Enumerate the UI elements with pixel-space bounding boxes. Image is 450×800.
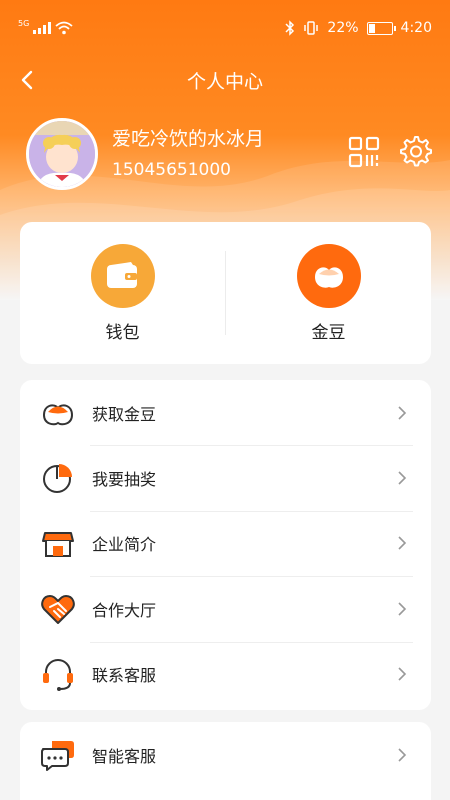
- qr-code-icon[interactable]: [348, 136, 380, 168]
- signal-icon: [33, 22, 52, 34]
- menu-card-secondary: 智能客服: [20, 722, 431, 800]
- avatar[interactable]: [26, 118, 98, 190]
- bean-icon: [42, 404, 74, 425]
- menu-label: 我要抽奖: [92, 470, 157, 490]
- menu-item-get-beans[interactable]: 获取金豆: [20, 380, 431, 445]
- wallet-entry[interactable]: 钱包: [20, 243, 225, 343]
- chevron-right-icon: [398, 748, 407, 762]
- menu-label: 获取金豆: [92, 404, 157, 424]
- user-phone: 15045651000: [112, 160, 231, 180]
- nav-bar: 个人中心: [0, 56, 450, 104]
- wifi-icon: [55, 21, 73, 35]
- back-icon[interactable]: [14, 66, 42, 94]
- chevron-right-icon: [398, 667, 407, 681]
- menu-item-lottery[interactable]: 我要抽奖: [20, 445, 431, 510]
- bluetooth-icon: [285, 20, 295, 36]
- chevron-right-icon: [398, 406, 407, 420]
- menu-item-smart-service[interactable]: 智能客服: [20, 722, 431, 787]
- battery-percent: 22%: [327, 20, 359, 36]
- chat-bubbles-icon: [41, 740, 74, 771]
- menu-item-contact-service[interactable]: 联系客服: [20, 641, 431, 707]
- menu-label: 企业简介: [92, 535, 157, 555]
- menu-item-cooperation-hall[interactable]: 合作大厅: [20, 576, 431, 641]
- bean-circle: [296, 243, 361, 308]
- gear-icon[interactable]: [398, 134, 432, 168]
- wallet-label: 钱包: [105, 322, 140, 343]
- bean-label: 金豆: [311, 322, 346, 343]
- quick-actions-card: 钱包 金豆: [20, 222, 431, 364]
- clock-time: 4:20: [400, 20, 432, 36]
- user-name: 爱吃冷饮的水冰月: [112, 128, 265, 150]
- wallet-icon: [106, 261, 137, 288]
- headset-icon: [43, 659, 73, 692]
- shop-icon: [42, 532, 74, 558]
- handshake-heart-icon: [41, 594, 75, 624]
- battery-icon: [366, 21, 396, 35]
- vibrate-icon: [304, 21, 319, 35]
- chevron-right-icon: [398, 536, 407, 551]
- pie-icon: [43, 464, 72, 494]
- bean-icon: [314, 266, 343, 288]
- status-bar: 5G 22% 4:20: [0, 0, 450, 56]
- menu-label: 联系客服: [92, 666, 157, 686]
- menu-item-company-intro[interactable]: 企业简介: [20, 510, 431, 576]
- menu-card: 获取金豆 我要抽奖 企业简介 合作大厅 联系客服: [20, 380, 431, 710]
- menu-label: 合作大厅: [92, 600, 157, 620]
- menu-label: 智能客服: [92, 746, 157, 766]
- chevron-right-icon: [398, 602, 407, 616]
- profile-header: 爱吃冷饮的水冰月 15045651000: [26, 118, 432, 190]
- chevron-right-icon: [398, 471, 407, 485]
- wallet-circle: [90, 243, 155, 308]
- bean-entry[interactable]: 金豆: [226, 243, 431, 343]
- page-title: 个人中心: [186, 70, 263, 93]
